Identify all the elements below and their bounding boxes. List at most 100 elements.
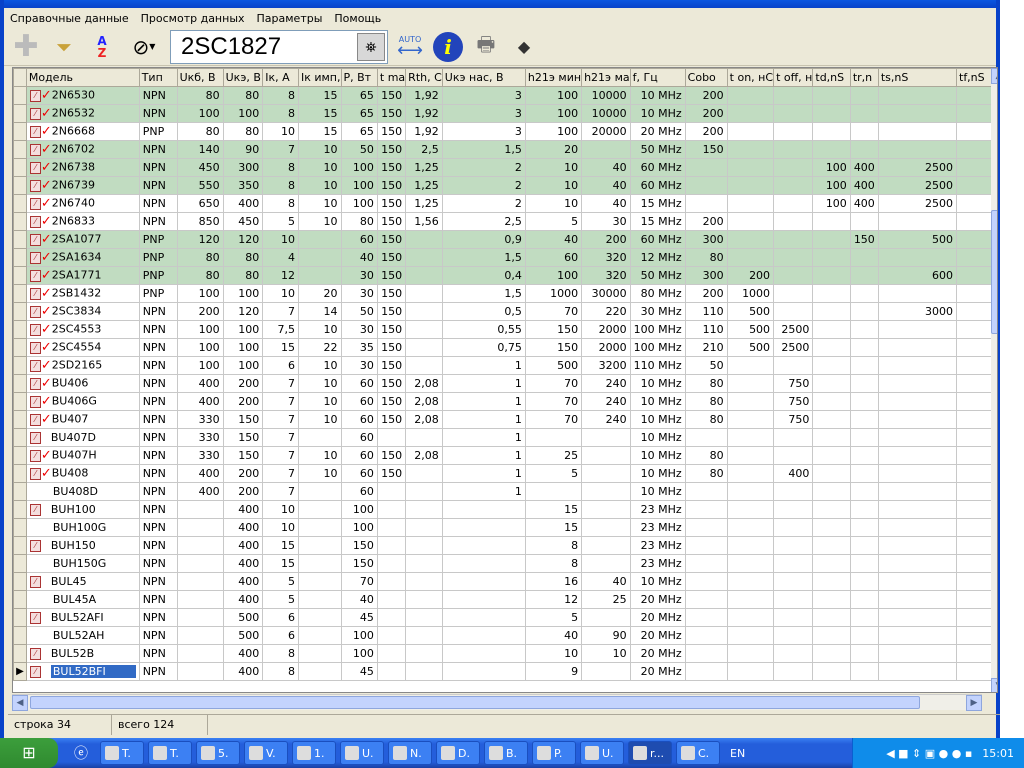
- menu-help[interactable]: Помощь: [334, 12, 381, 25]
- tray-icons[interactable]: ◀ ■ ⇕ ▣ ● ● ▪: [886, 747, 972, 760]
- cell-6[interactable]: 65: [340, 104, 378, 123]
- cell-1[interactable]: NPN: [138, 464, 178, 483]
- cell-18[interactable]: [877, 482, 958, 501]
- horizontal-scrollbar[interactable]: ◀ ▶: [12, 694, 982, 711]
- cell-9[interactable]: [441, 590, 526, 609]
- cell-5[interactable]: 10: [297, 176, 342, 195]
- cell-15[interactable]: [773, 212, 814, 231]
- cell-5[interactable]: 10: [297, 320, 342, 339]
- cell-7[interactable]: 150: [376, 86, 407, 105]
- row-indicator[interactable]: [13, 266, 27, 285]
- cell-13[interactable]: [684, 482, 728, 501]
- cell-10[interactable]: [524, 482, 583, 501]
- column-header[interactable]: P, Вт: [340, 68, 378, 87]
- cell-15[interactable]: [773, 518, 814, 537]
- cell-15[interactable]: [773, 158, 814, 177]
- cell-2[interactable]: 400: [176, 482, 224, 501]
- cell-6[interactable]: 50: [340, 140, 378, 159]
- cell-16[interactable]: [812, 410, 851, 429]
- cell-1[interactable]: NPN: [138, 356, 178, 375]
- cell-4[interactable]: 15: [262, 554, 299, 573]
- cell-3[interactable]: 400: [222, 500, 264, 519]
- cell-17[interactable]: [849, 338, 879, 357]
- cell-1[interactable]: NPN: [138, 374, 178, 393]
- cell-18[interactable]: [877, 248, 958, 267]
- taskbar-button[interactable]: 5.: [196, 741, 240, 765]
- cell-6[interactable]: 80: [340, 212, 378, 231]
- cell-6[interactable]: 60: [340, 482, 378, 501]
- cell-11[interactable]: 240: [581, 410, 631, 429]
- cell-13[interactable]: 210: [684, 338, 728, 357]
- cell-11[interactable]: 10000: [581, 104, 631, 123]
- cell-7[interactable]: [376, 572, 407, 591]
- cell-8[interactable]: [405, 554, 443, 573]
- cell-4[interactable]: 6: [262, 626, 299, 645]
- cell-13[interactable]: 110: [684, 320, 728, 339]
- cell-6[interactable]: 60: [340, 230, 378, 249]
- row-indicator[interactable]: [13, 338, 27, 357]
- cell-7[interactable]: [376, 608, 407, 627]
- model-cell[interactable]: ⁄ ✓2N6702: [25, 140, 140, 159]
- cell-5[interactable]: [297, 662, 342, 681]
- row-indicator[interactable]: [13, 536, 27, 555]
- table-row[interactable]: ⁄ BUH150 NPN 400 15 150 8 23 MHz: [13, 536, 997, 555]
- column-header[interactable]: Cobo: [684, 68, 728, 87]
- cell-17[interactable]: [849, 428, 879, 447]
- cell-14[interactable]: [726, 86, 775, 105]
- cell-7[interactable]: 150: [376, 158, 407, 177]
- cell-3[interactable]: 80: [222, 122, 264, 141]
- cell-6[interactable]: 40: [340, 248, 378, 267]
- pdf-datasheet-icon[interactable]: ⁄: [29, 377, 41, 390]
- cell-8[interactable]: [405, 482, 443, 501]
- cell-14[interactable]: 500: [726, 320, 775, 339]
- table-row[interactable]: BUL45A NPN 400 5 40 12 25 20 MHz: [13, 590, 997, 609]
- cell-8[interactable]: [405, 428, 443, 447]
- cell-4[interactable]: 15: [262, 338, 299, 357]
- cell-7[interactable]: 150: [376, 464, 407, 483]
- cell-4[interactable]: 10: [262, 230, 299, 249]
- model-cell[interactable]: ⁄ BUH100: [25, 500, 140, 519]
- cell-16[interactable]: [812, 482, 851, 501]
- model-cell[interactable]: ⁄ ✓2N6530: [25, 86, 140, 105]
- cell-1[interactable]: NPN: [138, 518, 178, 537]
- row-indicator[interactable]: [13, 608, 27, 627]
- cell-10[interactable]: 40: [524, 230, 583, 249]
- cell-16[interactable]: [812, 284, 851, 303]
- cell-12[interactable]: 23 MHz: [629, 518, 686, 537]
- cell-5[interactable]: 10: [297, 194, 342, 213]
- column-header[interactable]: td,nS: [812, 68, 851, 87]
- cell-18[interactable]: [877, 428, 958, 447]
- cell-4[interactable]: 6: [262, 356, 299, 375]
- pdf-datasheet-icon[interactable]: ⁄: [29, 359, 41, 372]
- cell-12[interactable]: 10 MHz: [629, 482, 686, 501]
- cell-2[interactable]: [176, 644, 224, 663]
- menu-view-data[interactable]: Просмотр данных: [141, 12, 245, 25]
- cell-18[interactable]: [877, 320, 958, 339]
- cell-7[interactable]: 150: [376, 374, 407, 393]
- cell-8[interactable]: [405, 590, 443, 609]
- cell-5[interactable]: 10: [297, 446, 342, 465]
- cell-6[interactable]: 150: [340, 554, 378, 573]
- cell-16[interactable]: [812, 518, 851, 537]
- cell-5[interactable]: 10: [297, 158, 342, 177]
- cell-2[interactable]: 200: [176, 302, 224, 321]
- cell-3[interactable]: 150: [222, 446, 264, 465]
- cell-6[interactable]: 30: [340, 356, 378, 375]
- table-row[interactable]: ⁄ ✓2N6668 PNP 80 80 10 15 65 150 1,92 3 100 20000 20 …: [13, 122, 997, 141]
- cell-9[interactable]: [441, 518, 526, 537]
- cell-6[interactable]: 30: [340, 320, 378, 339]
- cell-2[interactable]: [176, 500, 224, 519]
- cell-3[interactable]: 120: [222, 230, 264, 249]
- cell-1[interactable]: NPN: [138, 554, 178, 573]
- cell-12[interactable]: 10 MHz: [629, 572, 686, 591]
- cell-11[interactable]: 200: [581, 230, 631, 249]
- cell-15[interactable]: [773, 554, 814, 573]
- cell-11[interactable]: 40: [581, 176, 631, 195]
- cell-13[interactable]: 200: [684, 212, 728, 231]
- cell-2[interactable]: 100: [176, 338, 224, 357]
- model-cell[interactable]: ⁄ ✓BU406: [25, 374, 140, 393]
- table-row[interactable]: ⁄ ✓BU407 NPN 330 150 7 10 60 150 2,08 1 70 240 10 MHz…: [13, 410, 997, 429]
- cell-8[interactable]: [405, 284, 443, 303]
- taskbar-button[interactable]: T.: [148, 741, 192, 765]
- cell-3[interactable]: 500: [222, 626, 264, 645]
